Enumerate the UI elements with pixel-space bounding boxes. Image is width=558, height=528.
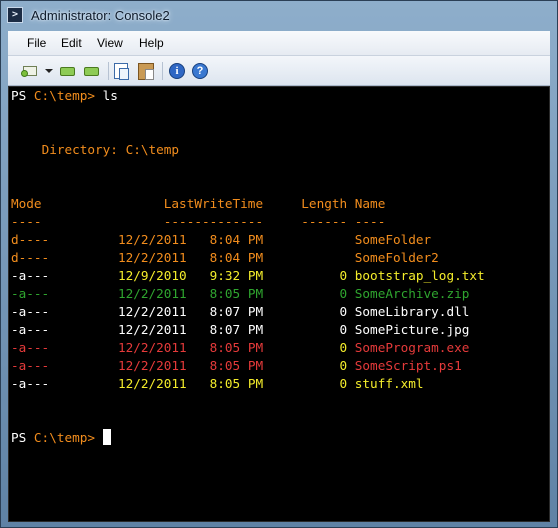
file-row[interactable]: -a--- 12/2/2011 8:07 PM 0 SomePicture.jp… (11, 322, 469, 337)
file-row[interactable]: -a--- 12/2/2011 8:05 PM 0 SomeProgram.ex… (11, 340, 469, 355)
file-row[interactable]: -a--- 12/2/2011 8:05 PM 0 SomeScript.ps1 (11, 358, 462, 373)
menu-bar: File Edit View Help (8, 31, 550, 56)
prompt-path-2: C:\temp> (33, 430, 96, 445)
menu-edit[interactable]: Edit (61, 36, 82, 50)
directory-label: Directory: C:\temp (41, 142, 180, 157)
console-area[interactable]: PS C:\temp> ls Directory: C:\temp Mode L… (8, 86, 550, 522)
file-row[interactable]: -a--- 12/2/2011 8:07 PM 0 SomeLibrary.dl… (11, 304, 469, 319)
file-row[interactable]: -a--- 12/2/2011 8:05 PM 0 stuff.xml (11, 376, 424, 391)
underline-name: ---- (354, 214, 386, 229)
help-icon[interactable]: ? (192, 63, 208, 79)
next-tab-icon[interactable] (84, 67, 99, 76)
text-cursor (102, 429, 111, 445)
header-lastwritetime: LastWriteTime (163, 196, 264, 211)
console-app-icon[interactable]: > (7, 7, 23, 23)
file-row[interactable]: -a--- 12/2/2011 8:05 PM 0 SomeArchive.zi… (11, 286, 469, 301)
toolbar-separator (108, 62, 109, 80)
new-tab-icon[interactable] (21, 66, 37, 77)
menu-file[interactable]: File (27, 36, 46, 50)
prompt-ps: PS (11, 88, 27, 103)
paste-icon[interactable] (138, 63, 154, 80)
previous-tab-icon[interactable] (60, 67, 75, 76)
file-row[interactable]: d---- 12/2/2011 8:04 PM SomeFolder (11, 232, 431, 247)
file-row[interactable]: -a--- 12/9/2010 9:32 PM 0 bootstrap_log.… (11, 268, 485, 283)
file-row[interactable]: d---- 12/2/2011 8:04 PM SomeFolder2 (11, 250, 439, 265)
underline-length: ------ (301, 214, 348, 229)
console2-window: > Administrator: Console2 File Edit View… (0, 0, 558, 528)
toolbar-separator (162, 62, 163, 80)
underline-mode: ---- (11, 214, 42, 229)
underline-lastwritetime: ------------- (163, 214, 264, 229)
info-icon[interactable]: i (169, 63, 185, 79)
chevron-down-icon[interactable] (45, 69, 53, 73)
prompt-ps-2: PS (11, 430, 27, 445)
menu-view[interactable]: View (97, 36, 123, 50)
command-text: ls (102, 88, 118, 103)
copy-icon[interactable] (114, 63, 129, 80)
prompt-path: C:\temp> (33, 88, 96, 103)
header-mode: Mode (11, 196, 42, 211)
toolbar: i ? (8, 56, 550, 86)
window-title: Administrator: Console2 (31, 8, 170, 23)
menu-help[interactable]: Help (139, 36, 164, 50)
header-length: Length (301, 196, 348, 211)
title-bar[interactable]: > Administrator: Console2 (1, 1, 557, 31)
header-name: Name (354, 196, 386, 211)
console-output: PS C:\temp> ls Directory: C:\temp Mode L… (11, 87, 485, 447)
